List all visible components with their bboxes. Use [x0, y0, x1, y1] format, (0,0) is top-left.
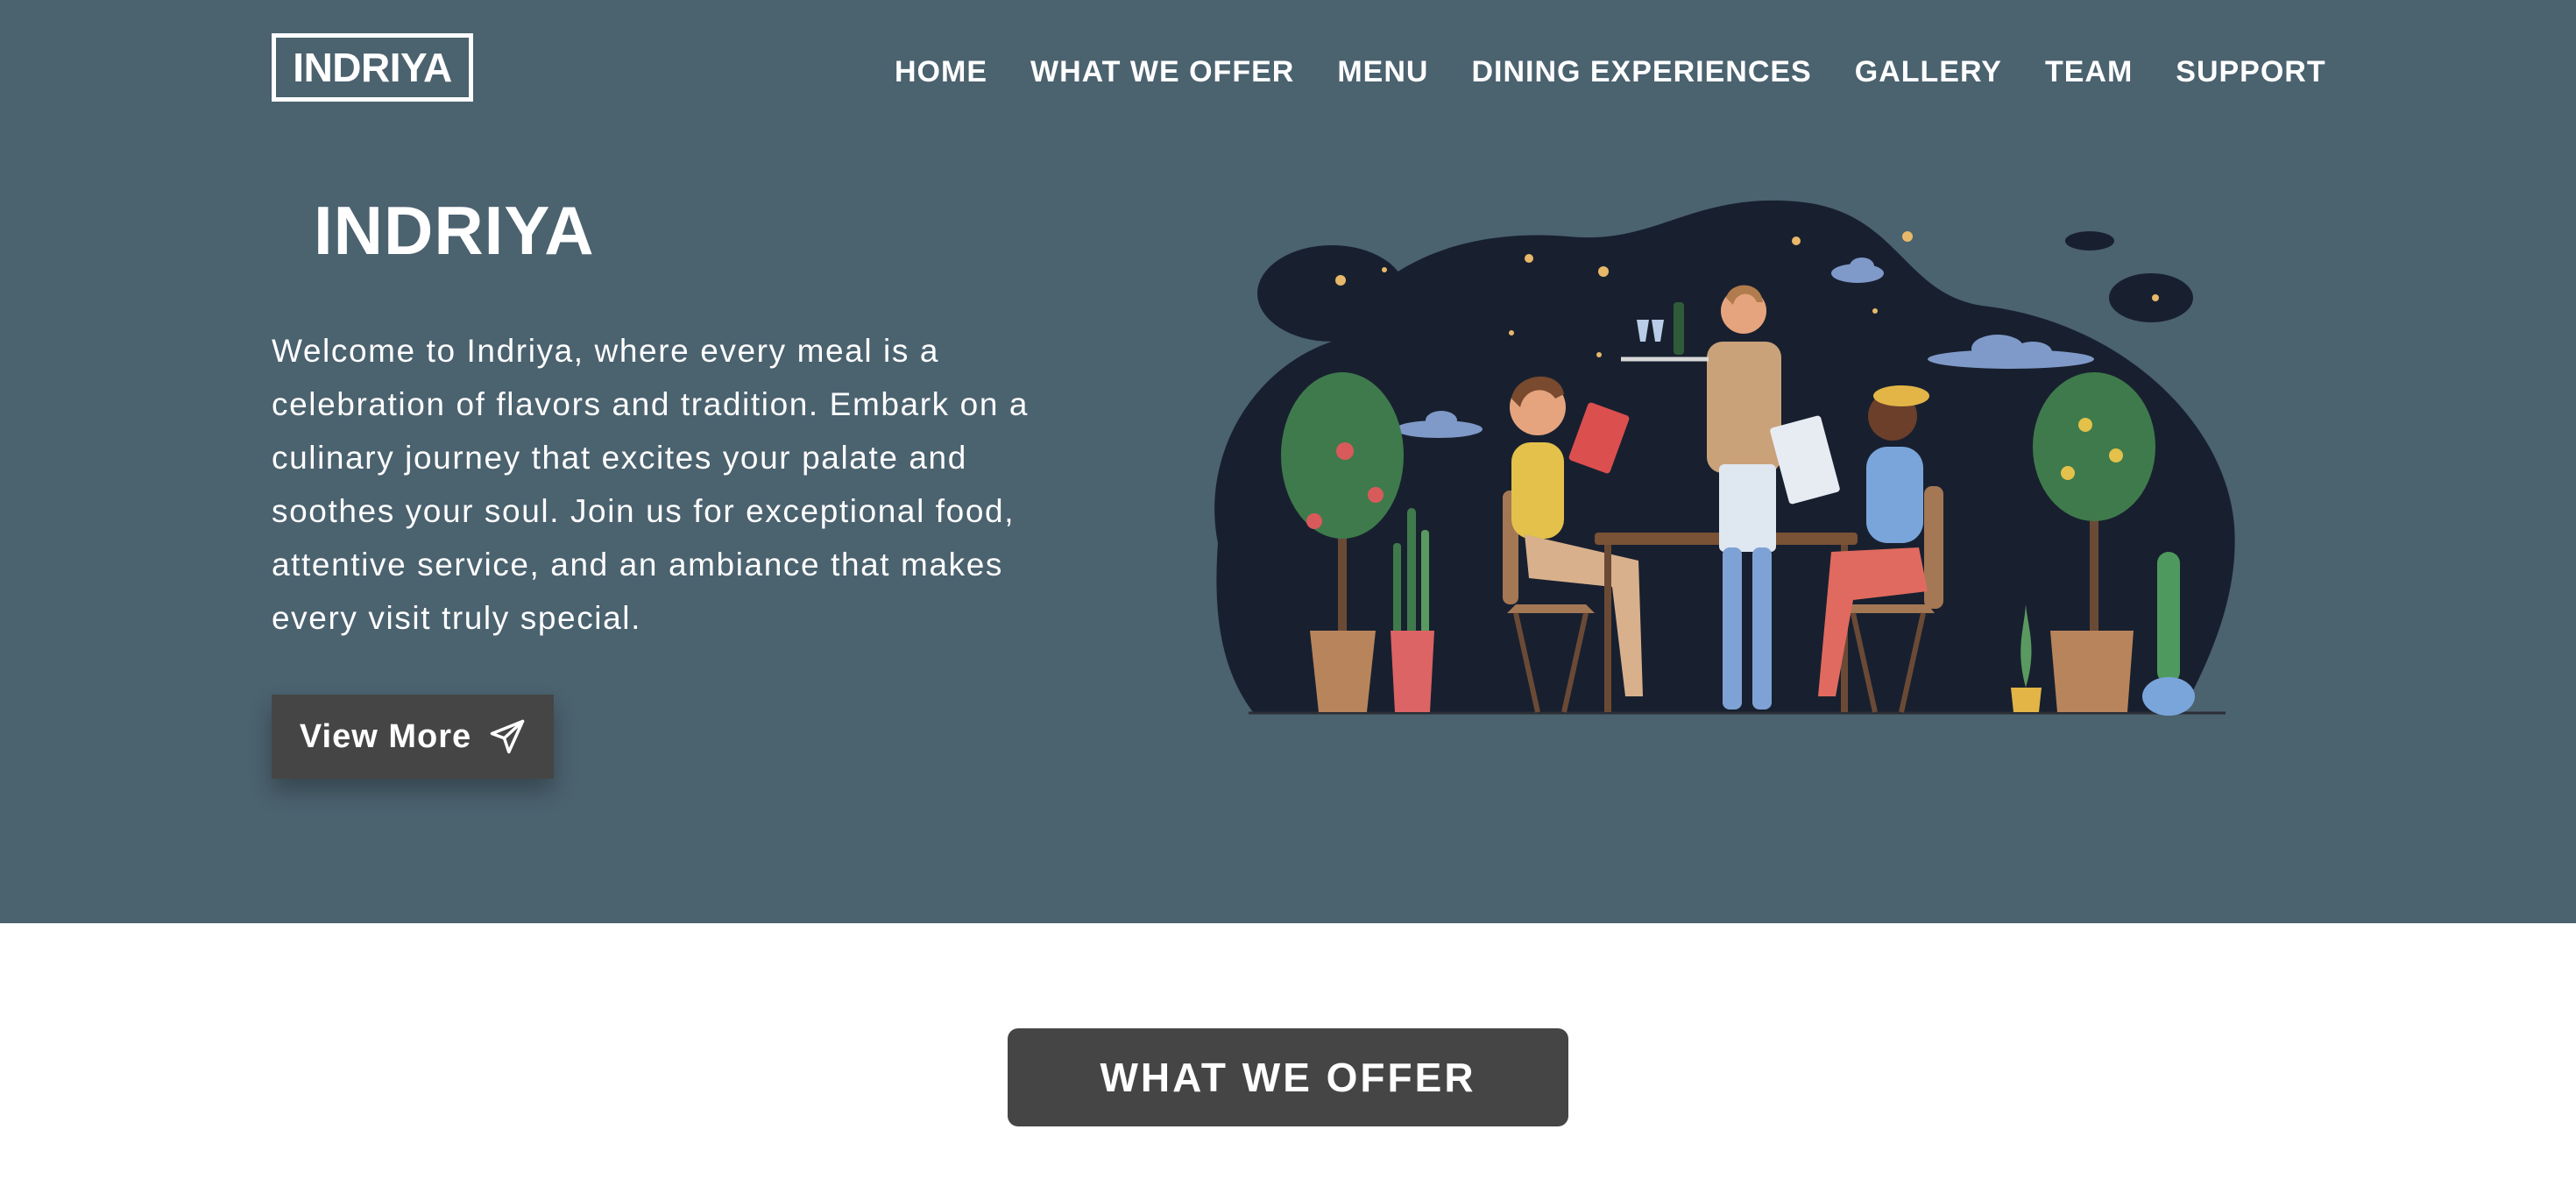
small-blob-left [1257, 245, 1406, 342]
nav-home[interactable]: HOME [895, 55, 987, 89]
nav-gallery[interactable]: GALLERY [1855, 55, 2002, 89]
main-nav: HOME WHAT WE OFFER MENU DINING EXPERIENC… [895, 49, 2326, 95]
paper-plane-icon [490, 719, 525, 754]
nav-what-we-offer[interactable]: WHAT WE OFFER [1030, 55, 1294, 89]
nav-dining-experiences[interactable]: DINING EXPERIENCES [1471, 55, 1811, 89]
nav-team[interactable]: TEAM [2045, 55, 2133, 89]
view-more-button[interactable]: View More [272, 695, 554, 779]
small-blob-top [2065, 231, 2114, 251]
logo[interactable]: INDRIYA [272, 33, 473, 102]
restaurant-illustration [1214, 200, 2235, 716]
view-more-label: View More [299, 717, 472, 755]
hero-section: INDRIYA HOME WHAT WE OFFER MENU DINING E… [0, 0, 2576, 923]
nav-menu[interactable]: MENU [1337, 55, 1428, 89]
nav-support[interactable]: SUPPORT [2176, 55, 2325, 89]
small-blob-right [2109, 273, 2193, 322]
what-we-offer-button[interactable]: WHAT WE OFFER [1008, 1028, 1568, 1126]
hero-description: Welcome to Indriya, where every meal is … [272, 333, 1030, 636]
hero-title: INDRIYA [314, 192, 595, 269]
